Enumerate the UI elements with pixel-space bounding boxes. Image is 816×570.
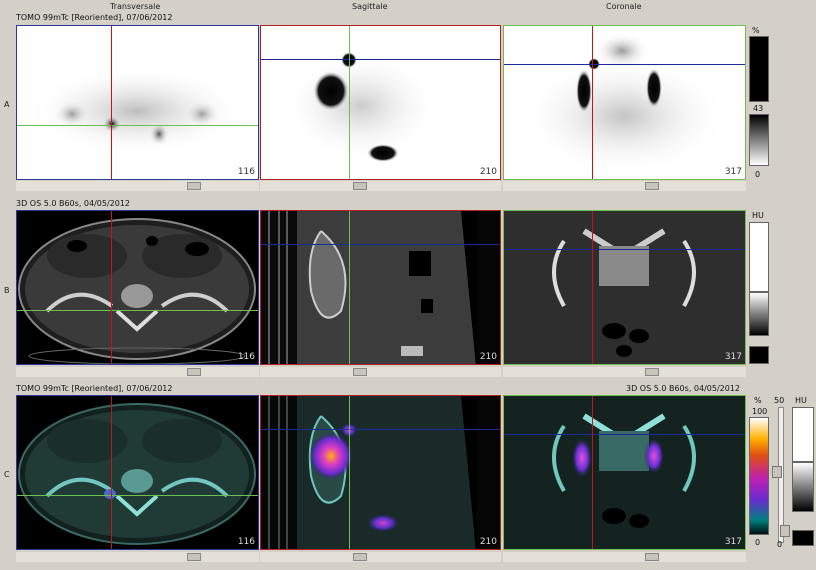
scale-c-unit-left: % — [754, 396, 762, 405]
ct-coronal-image — [504, 211, 745, 364]
crosshair-horizontal — [17, 495, 258, 496]
slice-number: 210 — [479, 352, 497, 362]
scale-c-slider-min: 0 — [777, 540, 783, 549]
row-b-transverse-viewport[interactable]: 116 — [16, 210, 259, 365]
row-b-title: 3D OS 5.0 B60s, 04/05/2012 — [16, 199, 131, 208]
crosshair-vertical — [349, 396, 350, 549]
row-a-transverse-viewport[interactable]: 116 — [16, 25, 259, 180]
scale-c-slider-value: 50 — [774, 396, 785, 405]
blend-slider-thumb[interactable] — [772, 466, 782, 478]
spect-coronal-image — [519, 33, 729, 176]
scale-c-hu-top — [792, 407, 814, 462]
scale-c-colormap — [749, 417, 769, 535]
crosshair-vertical — [111, 211, 112, 364]
slice-number: 210 — [479, 537, 497, 547]
scrollbar-thumb[interactable] — [187, 553, 201, 561]
spect-transverse-image — [27, 66, 247, 156]
scale-b-bottom-bar — [749, 346, 769, 364]
fusion-transverse-image — [18, 403, 256, 545]
crosshair-horizontal — [504, 64, 745, 65]
crosshair-horizontal — [17, 310, 258, 311]
row-c-coronal-viewport[interactable]: 317 — [503, 395, 746, 550]
scale-a-min: 0 — [755, 170, 761, 179]
crosshair-horizontal — [504, 434, 745, 435]
scale-b-unit: HU — [752, 211, 764, 220]
row-a-label: A — [4, 100, 10, 109]
crosshair-vertical — [349, 211, 350, 364]
scrollbar-thumb[interactable] — [187, 182, 201, 190]
row-a-sagittal-viewport[interactable]: 210 — [260, 25, 501, 180]
scrollbar-thumb[interactable] — [353, 182, 367, 190]
scrollbar-track[interactable] — [16, 367, 259, 377]
scale-a-unit: % — [752, 26, 760, 35]
scrollbar-track[interactable] — [260, 552, 501, 562]
column-header-coronale: Coronale — [606, 2, 642, 11]
slice-number: 116 — [237, 537, 255, 547]
row-a-title: TOMO 99mTc [Reoriented], 07/06/2012 — [16, 13, 173, 22]
slice-number: 317 — [724, 167, 742, 177]
scale-b-top-bar — [749, 222, 769, 292]
slice-number: 116 — [237, 352, 255, 362]
fusion-coronal-image — [504, 396, 745, 549]
spect-sagittal-image — [281, 51, 441, 162]
row-c-title-right: 3D OS 5.0 B60s, 04/05/2012 — [626, 384, 741, 393]
scale-a-top-bar — [749, 36, 769, 102]
scrollbar-thumb[interactable] — [645, 182, 659, 190]
row-c-title-left: TOMO 99mTc [Reoriented], 07/06/2012 — [16, 384, 173, 393]
crosshair-vertical — [592, 26, 593, 179]
slice-number: 317 — [724, 352, 742, 362]
scrollbar-track[interactable] — [503, 552, 746, 562]
scrollbar-track[interactable] — [260, 367, 501, 377]
row-b-coronal-viewport[interactable]: 317 — [503, 210, 746, 365]
scrollbar-track[interactable] — [16, 552, 259, 562]
crosshair-vertical — [111, 396, 112, 549]
crosshair-horizontal — [261, 244, 500, 245]
scale-c-unit-right: HU — [795, 396, 807, 405]
scrollbar-thumb[interactable] — [353, 553, 367, 561]
scrollbar-track[interactable] — [503, 367, 746, 377]
row-a-coronal-viewport[interactable]: 317 — [503, 25, 746, 180]
scale-c-max-left: 100 — [752, 407, 768, 416]
slice-number: 317 — [724, 537, 742, 547]
row-b-label: B — [4, 286, 10, 295]
ct-transverse-image — [18, 218, 256, 364]
scrollbar-track[interactable] — [16, 181, 259, 191]
scale-b-gradient — [749, 292, 769, 336]
ct-sagittal-image — [261, 211, 500, 364]
scale-a-gradient — [749, 114, 769, 166]
scrollbar-thumb[interactable] — [645, 553, 659, 561]
crosshair-horizontal — [504, 249, 745, 250]
blend-slider-thumb[interactable] — [780, 525, 790, 537]
scrollbar-thumb[interactable] — [187, 368, 201, 376]
scale-c-min-left: 0 — [755, 538, 761, 547]
row-c-transverse-viewport[interactable]: 116 — [16, 395, 259, 550]
slice-number: 210 — [479, 167, 497, 177]
column-header-sagittale: Sagittale — [352, 2, 388, 11]
crosshair-vertical — [111, 26, 112, 179]
scale-c-hu-bottom — [792, 530, 814, 546]
row-c-label: C — [4, 470, 10, 479]
crosshair-vertical — [349, 26, 350, 179]
scrollbar-track[interactable] — [503, 181, 746, 191]
crosshair-vertical — [592, 211, 593, 364]
crosshair-horizontal — [261, 59, 500, 60]
crosshair-horizontal — [261, 429, 500, 430]
crosshair-horizontal — [17, 125, 258, 126]
column-header-transversale: Transversale — [110, 2, 161, 11]
fusion-sagittal-image — [261, 396, 500, 549]
scale-c-hu-gradient — [792, 462, 814, 512]
slice-number: 116 — [237, 167, 255, 177]
row-c-sagittal-viewport[interactable]: 210 — [260, 395, 501, 550]
scale-a-value[interactable]: 43 — [753, 104, 763, 113]
row-b-sagittal-viewport[interactable]: 210 — [260, 210, 501, 365]
scrollbar-track[interactable] — [260, 181, 501, 191]
scrollbar-thumb[interactable] — [353, 368, 367, 376]
scrollbar-thumb[interactable] — [645, 368, 659, 376]
crosshair-vertical — [592, 396, 593, 549]
